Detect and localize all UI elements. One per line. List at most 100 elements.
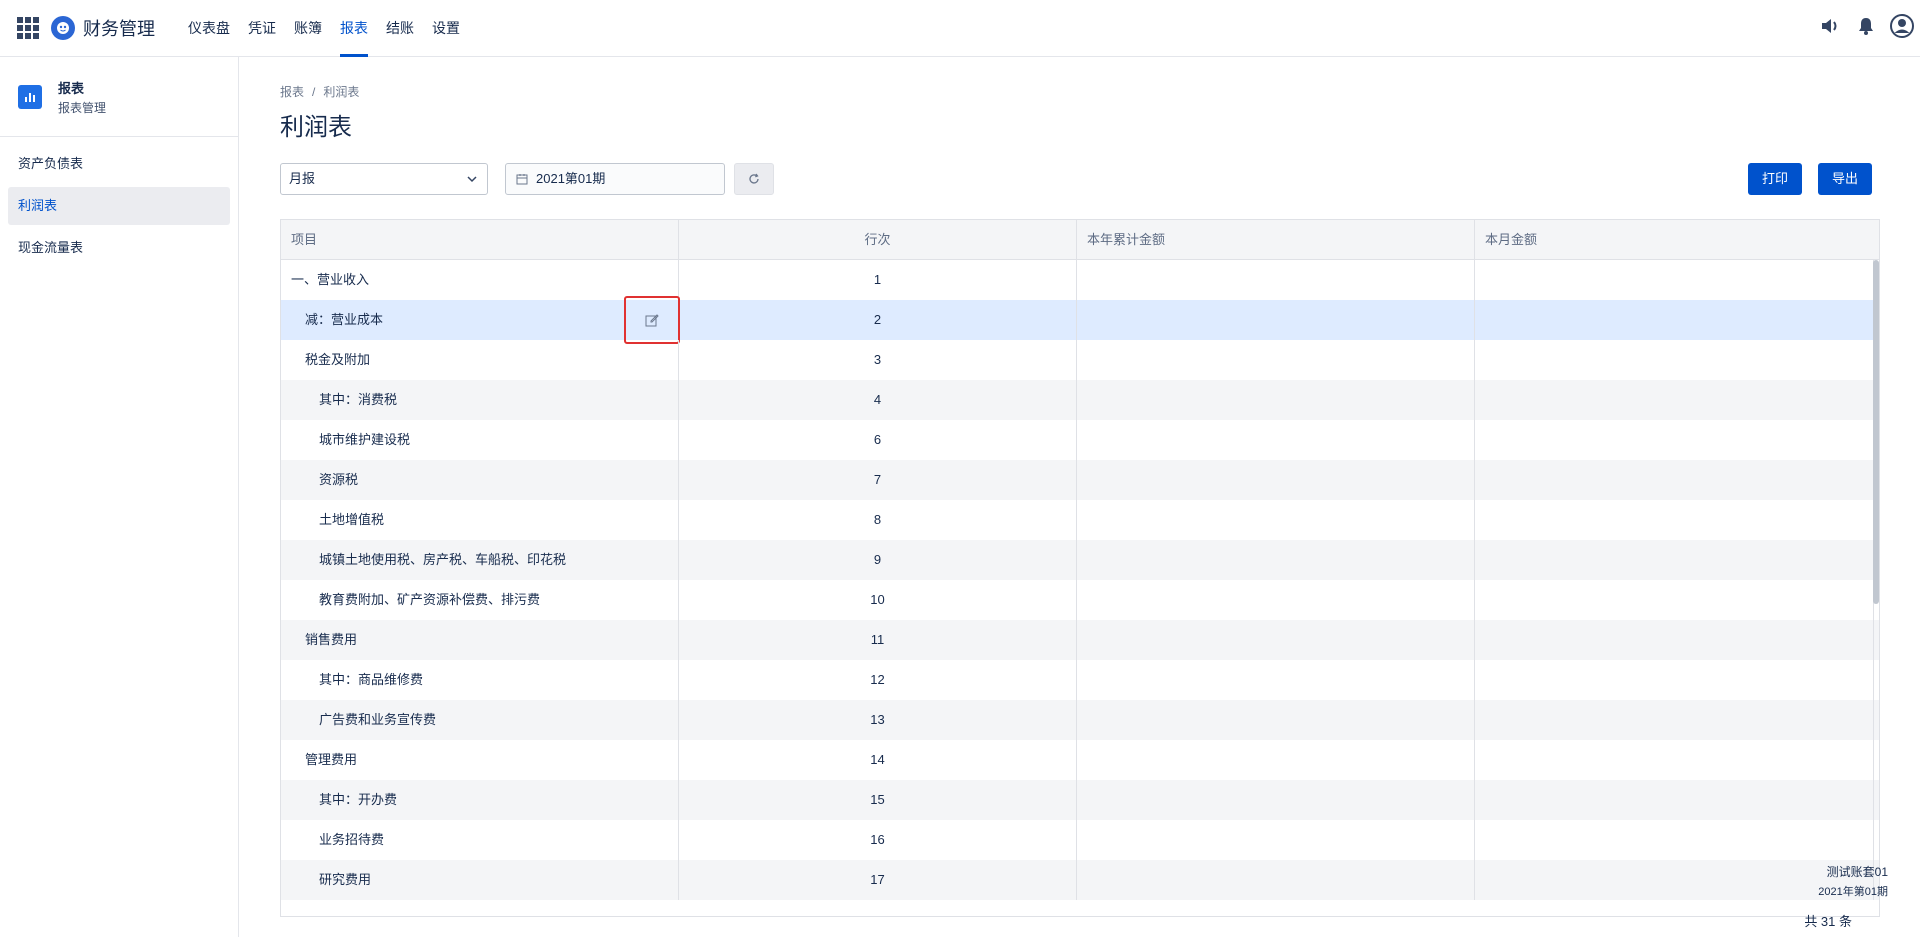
row-ytd[interactable] — [1077, 380, 1475, 420]
row-item: 管理费用 — [281, 740, 679, 780]
sidebar-item-cash-flow[interactable]: 现金流量表 — [8, 229, 230, 267]
table-row[interactable]: 教育费附加、矿产资源补偿费、排污费 10 — [281, 580, 1879, 620]
footer-period-label: 2021年第01期 — [1818, 886, 1888, 898]
row-month[interactable] — [1475, 260, 1874, 300]
speaker-icon[interactable] — [1818, 14, 1842, 38]
table-row[interactable]: 税金及附加 3 — [281, 340, 1879, 380]
row-month[interactable] — [1475, 300, 1874, 340]
table-row[interactable]: 销售费用 11 — [281, 620, 1879, 660]
row-ytd[interactable] — [1077, 860, 1475, 900]
sidebar-item-income-statement[interactable]: 利润表 — [8, 187, 230, 225]
period-value: 2021第01期 — [536, 171, 606, 186]
row-ytd[interactable] — [1077, 420, 1475, 460]
row-month[interactable] — [1475, 380, 1874, 420]
row-item: 资源税 — [281, 460, 679, 500]
table-row[interactable]: 业务招待费 16 — [281, 820, 1879, 860]
row-ytd[interactable] — [1077, 260, 1475, 300]
row-month[interactable] — [1475, 860, 1874, 900]
account-set-label: 测试账套01 — [1826, 865, 1888, 879]
row-item: 城镇土地使用税、房产税、车船税、印花税 — [281, 540, 679, 580]
row-ytd[interactable] — [1077, 620, 1475, 660]
sidebar: 报表 报表管理 资产负债表 利润表 现金流量表 — [0, 57, 239, 937]
page-title: 利润表 — [280, 114, 352, 141]
nav-dashboard[interactable]: 仪表盘 — [179, 0, 239, 57]
edit-icon — [645, 314, 659, 327]
row-line: 17 — [679, 860, 1077, 900]
row-ytd[interactable] — [1077, 780, 1475, 820]
row-month[interactable] — [1475, 460, 1874, 500]
col-ytd-amount: 本年累计金额 — [1077, 220, 1475, 259]
row-line: 8 — [679, 500, 1077, 540]
row-month[interactable] — [1475, 660, 1874, 700]
table-row[interactable]: 一、营业收入 1 — [281, 260, 1879, 300]
row-ytd[interactable] — [1077, 700, 1475, 740]
col-month-amount: 本月金额 — [1485, 232, 1538, 247]
table-row[interactable]: 土地增值税 8 — [281, 500, 1879, 540]
table-row[interactable]: 研究费用 17 — [281, 860, 1879, 900]
table-row[interactable]: 管理费用 14 — [281, 740, 1879, 780]
row-line: 2 — [679, 300, 1077, 340]
nav-ledgers[interactable]: 账簿 — [285, 0, 331, 57]
sidebar-title: 报表 — [58, 80, 85, 96]
row-line: 13 — [679, 700, 1077, 740]
income-statement-table: 项目 行次 本年累计金额 本月金额 一、营业收入 1 减：营业成本 2 税金及附加 3… — [280, 219, 1880, 917]
refresh-icon — [749, 173, 759, 184]
period-picker[interactable]: 2021第01期 — [505, 163, 725, 195]
row-item: 其中：商品维修费 — [281, 660, 679, 700]
calendar-icon — [516, 174, 528, 185]
row-month[interactable] — [1475, 700, 1874, 740]
table-row[interactable]: 广告费和业务宣传费 13 — [281, 700, 1879, 740]
row-ytd[interactable] — [1077, 660, 1475, 700]
row-line: 16 — [679, 820, 1077, 860]
nav-settings[interactable]: 设置 — [423, 0, 469, 57]
row-month[interactable] — [1475, 540, 1874, 580]
sidebar-subtitle: 报表管理 — [58, 100, 107, 115]
row-month[interactable] — [1475, 580, 1874, 620]
table-row[interactable]: 城市维护建设税 6 — [281, 420, 1879, 460]
sidebar-header: 报表 报表管理 — [0, 57, 238, 137]
row-line: 10 — [679, 580, 1077, 620]
user-avatar-icon[interactable] — [1890, 14, 1914, 38]
table-row[interactable]: 资源税 7 — [281, 460, 1879, 500]
row-month[interactable] — [1475, 780, 1874, 820]
table-body: 一、营业收入 1 减：营业成本 2 税金及附加 3 其中：消费税 4 城市维护建设税 6 … — [281, 260, 1879, 900]
edit-row-button[interactable] — [624, 296, 680, 344]
row-item: 减：营业成本 — [305, 312, 384, 327]
breadcrumb-reports[interactable]: 报表 — [280, 85, 304, 99]
row-month[interactable] — [1475, 820, 1874, 860]
nav-closing[interactable]: 结账 — [377, 0, 423, 57]
row-item: 土地增值税 — [281, 500, 679, 540]
table-scrollbar[interactable] — [1873, 260, 1879, 604]
row-ytd[interactable] — [1077, 300, 1475, 340]
table-row[interactable]: 其中：开办费 15 — [281, 780, 1879, 820]
table-row[interactable]: 其中：消费税 4 — [281, 380, 1879, 420]
export-button[interactable]: 导出 — [1818, 163, 1873, 195]
row-month[interactable] — [1475, 620, 1874, 660]
row-ytd[interactable] — [1077, 740, 1475, 780]
nav-reports[interactable]: 报表 — [331, 0, 377, 57]
row-month[interactable] — [1475, 500, 1874, 540]
table-row[interactable]: 其中：商品维修费 12 — [281, 660, 1879, 700]
row-ytd[interactable] — [1077, 340, 1475, 380]
chevron-down-icon — [467, 176, 477, 183]
app-grid-icon[interactable] — [17, 17, 39, 39]
table-row[interactable]: 城镇土地使用税、房产税、车船税、印花税 9 — [281, 540, 1879, 580]
row-ytd[interactable] — [1077, 580, 1475, 620]
row-ytd[interactable] — [1077, 820, 1475, 860]
nav-vouchers[interactable]: 凭证 — [239, 0, 285, 57]
row-month[interactable] — [1475, 340, 1874, 380]
row-line: 7 — [679, 460, 1077, 500]
row-line: 4 — [679, 380, 1077, 420]
row-ytd[interactable] — [1077, 500, 1475, 540]
row-month[interactable] — [1475, 420, 1874, 460]
refresh-button[interactable] — [734, 163, 774, 195]
period-type-select[interactable]: 月报 — [280, 163, 488, 195]
print-button[interactable]: 打印 — [1748, 163, 1803, 195]
row-ytd[interactable] — [1077, 460, 1475, 500]
row-month[interactable] — [1475, 740, 1874, 780]
sidebar-item-balance-sheet[interactable]: 资产负债表 — [8, 145, 230, 183]
bell-icon[interactable] — [1854, 14, 1878, 38]
top-bar: 财务管理 仪表盘 凭证 账簿 报表 结账 设置 — [0, 0, 1920, 57]
row-ytd[interactable] — [1077, 540, 1475, 580]
table-row[interactable]: 减：营业成本 2 — [281, 296, 1879, 344]
